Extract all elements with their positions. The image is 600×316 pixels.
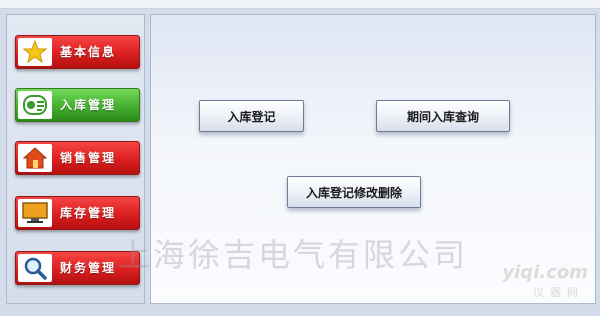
sidebar-nav: 基本信息 入库管理 销售管理 库存管理 财务管理	[6, 14, 145, 304]
sidebar-item-basic-info[interactable]: 基本信息	[15, 35, 140, 69]
sidebar-item-label: 销售管理	[60, 151, 117, 165]
inbound-register-button[interactable]: 入库登记	[199, 100, 304, 132]
sidebar-item-inventory[interactable]: 库存管理	[15, 196, 140, 230]
sidebar-item-label: 财务管理	[60, 261, 117, 275]
star-icon	[18, 38, 52, 66]
period-inbound-query-button[interactable]: 期间入库查询	[376, 100, 510, 132]
sidebar-item-label: 库存管理	[60, 206, 117, 220]
sidebar-item-finance[interactable]: 财务管理	[15, 251, 140, 285]
magnifier-icon	[18, 254, 52, 282]
sidebar-item-sales[interactable]: 销售管理	[15, 141, 140, 175]
top-strip	[0, 0, 600, 9]
monitor-icon	[18, 199, 52, 227]
main-panel: 入库登记 期间入库查询 入库登记修改删除	[150, 14, 596, 304]
sidebar-item-label: 入库管理	[60, 98, 117, 112]
sidebar-item-inbound[interactable]: 入库管理	[15, 88, 140, 122]
inbound-modify-delete-button[interactable]: 入库登记修改删除	[287, 176, 421, 208]
inbound-icon	[18, 91, 52, 119]
home-icon	[18, 144, 52, 172]
sidebar-item-label: 基本信息	[60, 45, 117, 59]
